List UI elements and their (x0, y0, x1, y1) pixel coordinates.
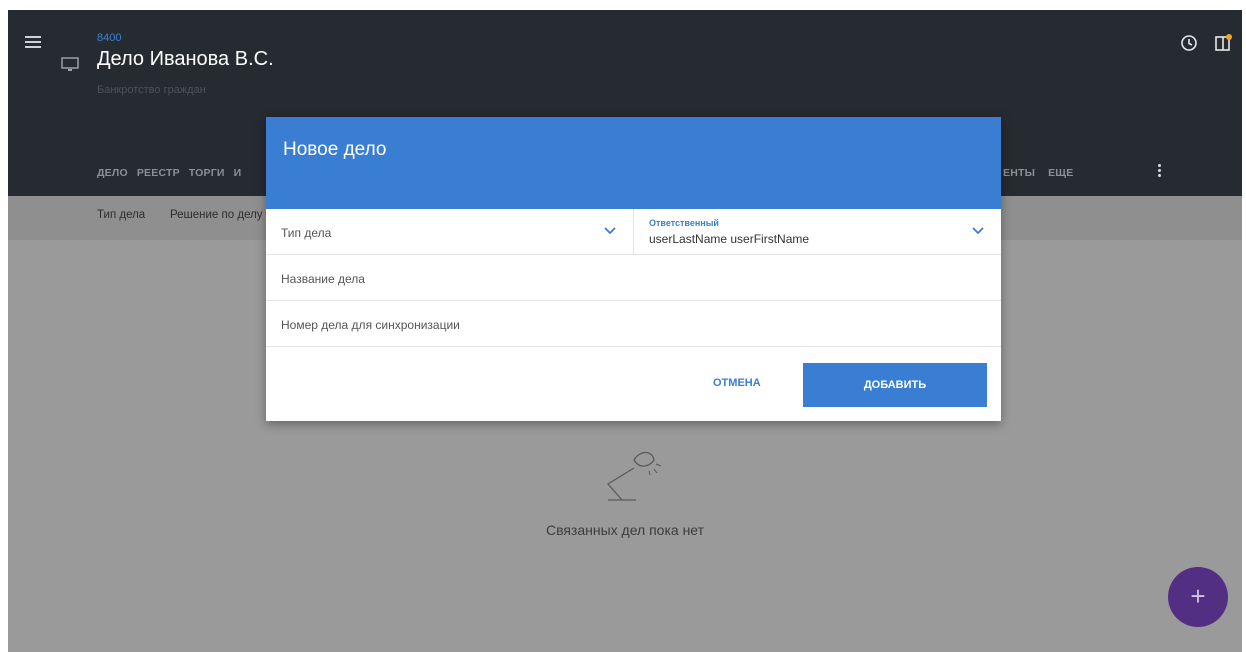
responsible-label: Ответственный (649, 218, 719, 228)
case-id: 8400 (97, 32, 122, 44)
sync-number-label: Номер дела для синхронизации (281, 318, 460, 332)
hamburger-menu-icon[interactable] (25, 36, 41, 50)
main-tabs: ДЕЛО РЕЕСТР ТОРГИ И (97, 167, 241, 179)
main-tabs-right: ЕНТЫ ЕЩЕ (1003, 167, 1073, 179)
add-fab-button[interactable]: + (1168, 567, 1228, 627)
case-name-field[interactable]: Название дела (266, 255, 1001, 301)
tab-more[interactable]: ЕЩЕ (1048, 167, 1073, 179)
new-case-dialog: Новое дело Тип дела Ответственный userLa… (266, 117, 1001, 421)
desk-lamp-icon (607, 451, 662, 501)
panel-icon[interactable] (1214, 33, 1234, 53)
dialog-title: Новое дело (283, 139, 387, 160)
tab-auctions[interactable]: ТОРГИ (189, 167, 225, 179)
subtab-case-type[interactable]: Тип дела (97, 209, 145, 221)
tab-documents[interactable]: ЕНТЫ (1003, 167, 1035, 179)
case-subtitle: Банкротство граждан (97, 84, 206, 96)
cancel-button[interactable]: ОТМЕНА (713, 377, 761, 389)
monitor-icon (61, 57, 79, 71)
case-type-label: Тип дела (281, 226, 332, 240)
chevron-down-icon (972, 227, 984, 235)
page-title: Дело Иванова В.С. (97, 48, 274, 70)
tab-partial[interactable]: И (234, 167, 242, 179)
responsible-select[interactable]: Ответственный userLastName userFirstName (634, 209, 1001, 255)
subtab-decision[interactable]: Решение по делу (170, 209, 263, 221)
clock-icon[interactable] (1180, 34, 1198, 52)
sync-number-field[interactable]: Номер дела для синхронизации (266, 301, 1001, 347)
dialog-header: Новое дело (266, 117, 1001, 209)
case-type-select[interactable]: Тип дела (266, 209, 634, 255)
chevron-down-icon (604, 227, 616, 235)
empty-state-text: Связанных дел пока нет (545, 522, 705, 538)
more-vertical-icon[interactable] (1158, 164, 1162, 179)
tab-registry[interactable]: РЕЕСТР (137, 167, 180, 179)
case-type-row: Тип дела Ответственный userLastName user… (266, 209, 1001, 255)
responsible-value: userLastName userFirstName (649, 232, 810, 246)
case-name-label: Название дела (281, 272, 365, 286)
tab-case[interactable]: ДЕЛО (97, 167, 128, 179)
add-button[interactable]: ДОБАВИТЬ (803, 363, 987, 407)
